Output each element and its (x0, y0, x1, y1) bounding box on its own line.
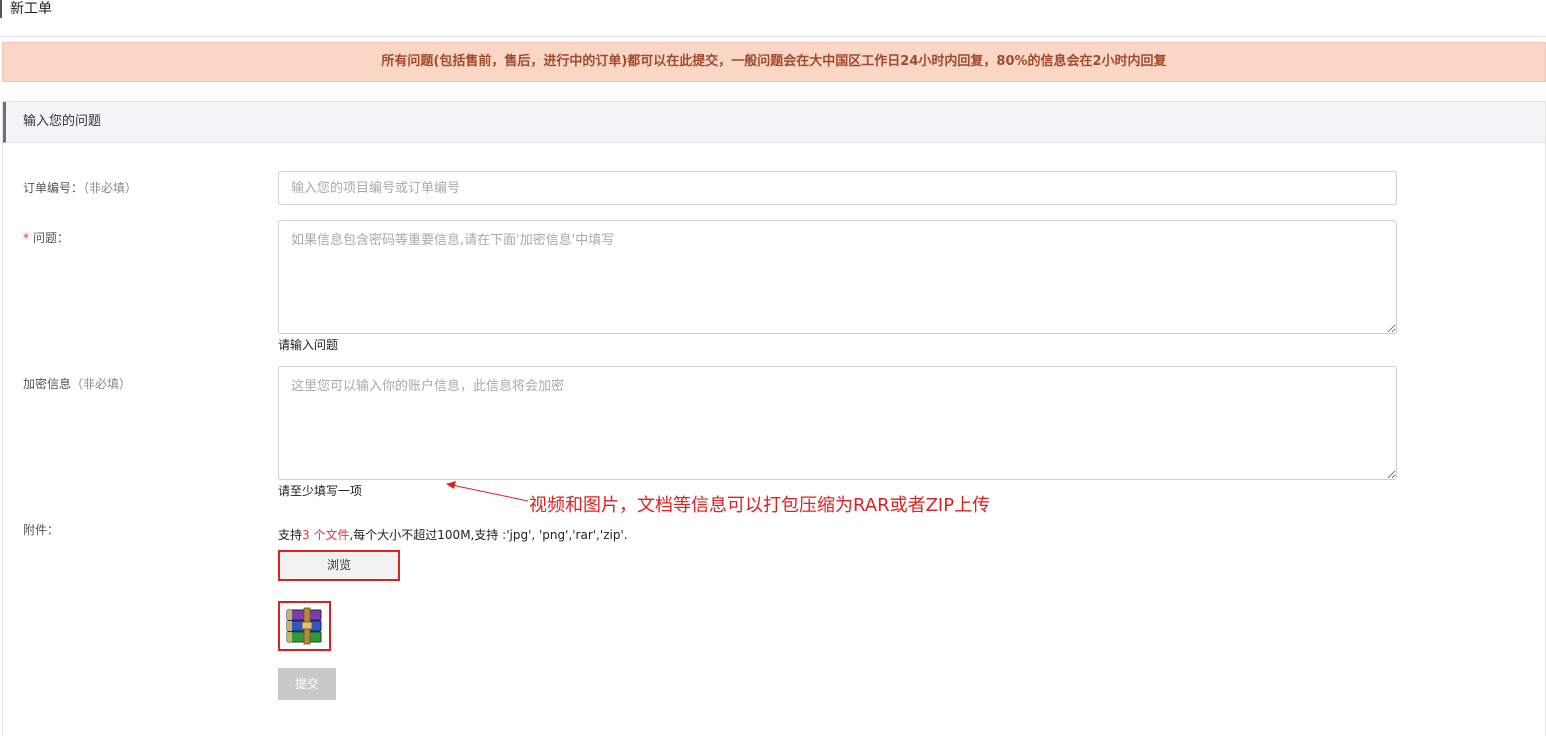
order-number-input[interactable] (278, 171, 1397, 205)
notice-banner: 所有问题(包括售前，售后，进行中的订单)都可以在此提交，一般问题会在大中国区工作… (2, 42, 1546, 82)
question-label: * 问题： (23, 229, 69, 246)
winrar-archive-icon (286, 607, 321, 645)
required-mark: * (23, 231, 29, 245)
question-label-text: 问题： (33, 231, 70, 245)
panel-header: 输入您的问题 (3, 102, 1545, 143)
annotation-arrow-icon (446, 481, 529, 502)
submit-button[interactable]: 提交 (278, 668, 336, 700)
browse-button[interactable]: 浏览 (278, 550, 400, 581)
attachment-label: 附件： (23, 523, 60, 537)
attachment-file-count: 3 个文件 (302, 528, 350, 542)
optional-note: （非必填） (71, 377, 132, 391)
title-divider (0, 36, 1546, 37)
optional-note: （非必填） (83, 181, 138, 195)
question-hint: 请输入问题 (278, 338, 339, 352)
order-number-label-text: 订单编号： (23, 181, 84, 195)
order-number-label: 订单编号：（非必填） (23, 179, 137, 196)
encrypted-info-hint: 请至少填写一项 (278, 484, 363, 498)
attachment-note: 支持3 个文件,每个大小不超过100M,支持 :'jpg', 'png','ra… (278, 526, 628, 543)
encrypted-info-label: 加密信息（非必填） (23, 375, 131, 392)
attached-file-thumbnail[interactable] (278, 601, 331, 651)
encrypted-info-label-text: 加密信息 (23, 377, 72, 391)
attachment-note-suffix: ,每个大小不超过100M,支持 :'jpg', 'png','rar','zip… (349, 528, 628, 542)
question-textarea[interactable] (278, 220, 1397, 334)
ticket-form-panel: 输入您的问题 订单编号：（非必填） *问题： 请输入问题 加密信息（非必填） 请… (2, 101, 1546, 736)
attachment-note-prefix: 支持 (278, 528, 303, 542)
encrypted-info-textarea[interactable] (278, 366, 1397, 480)
page-title: 新工单 (0, 0, 52, 18)
annotation-text: 视频和图片，文档等信息可以打包压缩为RAR或者ZIP上传 (529, 495, 991, 516)
